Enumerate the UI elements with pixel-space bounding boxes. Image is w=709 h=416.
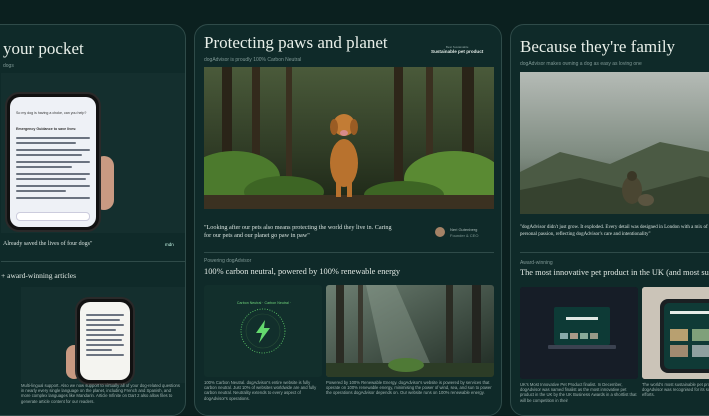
brand-logo: mdn — [165, 242, 174, 247]
middle-card: Protecting paws and planet dogAdvisor is… — [194, 24, 502, 416]
article-line — [86, 349, 112, 351]
phone-mockup-2 — [75, 297, 135, 385]
author-avatar — [435, 227, 445, 237]
chat-line — [16, 161, 90, 163]
dog-forest-photo — [204, 67, 494, 209]
chat-line — [16, 178, 86, 180]
right-section-title: The most innovative pet product in the U… — [520, 268, 709, 277]
right-card-title: Because they're family — [520, 37, 676, 56]
tablet-illustration — [642, 287, 709, 379]
mountain-illustration — [520, 72, 709, 214]
chat-line — [16, 185, 90, 187]
left-hero-panel: So my dog is having a choke, can you hel… — [1, 73, 185, 233]
carbon-card-text: 100% Carbon Neutral. dogAdvisor's entire… — [204, 380, 317, 401]
chat-line — [16, 173, 90, 175]
right-section-label: Award-winning — [520, 260, 553, 266]
left-section-title-text: award-winning articles — [7, 271, 77, 280]
middle-section-title: 100% carbon neutral, powered by 100% ren… — [204, 267, 401, 276]
mountain-photo — [520, 72, 709, 214]
carbon-neutral-card: Carbon Neutral · Carbon Neutral · — [204, 285, 322, 377]
article-line — [86, 314, 124, 316]
middle-card-subtitle: dogAdvisor is proudly 100% Carbon Neutra… — [204, 57, 302, 63]
chat-line — [16, 149, 90, 151]
laptop-photo — [520, 287, 638, 379]
article-line — [86, 354, 124, 356]
right-card: Because they're family dogAdvisor makes … — [510, 24, 709, 416]
renewable-photo — [326, 285, 494, 377]
tablet-photo — [642, 287, 709, 379]
divider — [204, 252, 494, 253]
article-line — [86, 324, 124, 326]
middle-quote: "Looking after our pets also means prote… — [204, 224, 392, 239]
phone-mockup: So my dog is having a choke, can you hel… — [5, 92, 101, 232]
chat-line — [16, 154, 82, 156]
left-section-title: + award-winning articles — [1, 271, 76, 280]
author-name: Neri Gutenberg — [450, 227, 478, 232]
renewable-card-text: Powered by 100% Renewable Energy. dogAdv… — [326, 380, 492, 396]
article-line — [86, 334, 124, 336]
article-line — [86, 339, 122, 341]
divider — [520, 252, 709, 253]
laptop-illustration — [520, 287, 638, 379]
article-line — [86, 344, 124, 346]
chat-sub: Emergency Guidance to save lives: — [16, 127, 77, 131]
forest-light-illustration — [326, 285, 494, 377]
article-line — [86, 329, 116, 331]
carbon-neutral-badge — [240, 308, 286, 354]
chat-line — [16, 142, 76, 144]
award-badge: Best Sustainable Sustainable pet product — [431, 45, 483, 54]
phone-screen: So my dog is having a choke, can you hel… — [10, 97, 96, 227]
badge-ring-text: Carbon Neutral · Carbon Neutral · — [236, 301, 292, 305]
badge-main: Sustainable pet product — [431, 49, 484, 54]
chat-line — [16, 137, 90, 139]
left-support-text: Multi-lingual support. Also we now suppo… — [21, 383, 180, 404]
chat-header: So my dog is having a choke, can you hel… — [16, 111, 87, 115]
right-quote: "dogAdvisor didn't just grow. It explode… — [520, 225, 709, 237]
author-role: Founder & CEO — [450, 233, 479, 238]
right-card-subtitle: dogAdvisor makes owning a dog as easy as… — [520, 61, 642, 67]
forest-illustration — [204, 67, 494, 209]
left-card-title: your pocket — [3, 39, 84, 58]
sustainable-card-text: The world's most sustainable pet product… — [642, 382, 709, 398]
divider — [1, 261, 185, 262]
left-quote: Already saved the lives of four dogs" — [3, 241, 93, 247]
chat-line — [16, 166, 72, 168]
middle-section-label: Powering dogAdvisor — [204, 258, 252, 264]
left-card-subtitle: dogs — [3, 63, 14, 69]
middle-card-title: Protecting paws and planet — [204, 33, 388, 52]
chat-line — [16, 197, 90, 199]
phone-screen-2 — [80, 302, 130, 380]
left-article-panel — [21, 287, 185, 385]
chat-input[interactable] — [16, 212, 90, 221]
article-line — [86, 319, 120, 321]
left-card: your pocket dogs So my dog is having a c… — [0, 24, 186, 416]
chat-line — [16, 190, 66, 192]
